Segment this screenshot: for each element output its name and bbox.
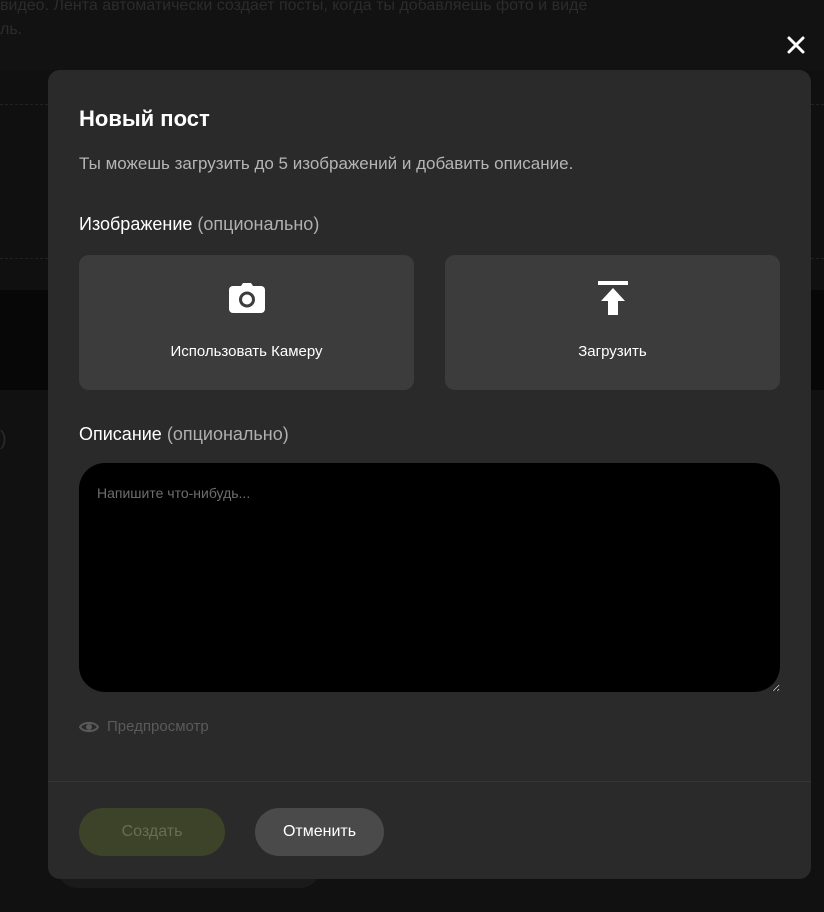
footer-divider	[48, 781, 811, 782]
close-icon	[787, 36, 805, 54]
modal-subtitle: Ты можешь загрузить до 5 изображений и д…	[79, 154, 574, 173]
camera-icon	[228, 283, 265, 313]
image-optional-label: (опционально)	[197, 214, 320, 234]
description-section-label: Описание (опционально)	[79, 424, 289, 445]
eye-icon	[79, 721, 99, 732]
use-camera-label: Использовать Камеру	[170, 343, 323, 360]
image-section-label: Изображение (опционально)	[79, 214, 319, 235]
close-button[interactable]	[781, 30, 811, 60]
new-post-modal: Новый пост Ты можешь загрузить до 5 изоб…	[48, 70, 811, 879]
upload-button[interactable]: Загрузить	[445, 255, 780, 390]
description-label: Описание	[79, 424, 162, 444]
preview-label: Предпросмотр	[107, 718, 209, 735]
background-description: видео. Лента автоматически создает посты…	[0, 0, 824, 42]
create-button[interactable]: Создать	[79, 808, 225, 856]
screen: видео. Лента автоматически создает посты…	[0, 0, 824, 912]
upload-icon	[597, 281, 628, 315]
preview-toggle[interactable]: Предпросмотр	[79, 718, 209, 735]
description-textarea[interactable]	[79, 463, 780, 692]
modal-title: Новый пост	[79, 106, 210, 131]
upload-label: Загрузить	[578, 343, 647, 360]
cancel-button[interactable]: Отменить	[255, 808, 384, 856]
background-edge-char: )	[0, 428, 7, 450]
use-camera-button[interactable]: Использовать Камеру	[79, 255, 414, 390]
background-text-line: видео. Лента автоматически создает посты…	[0, 0, 588, 14]
image-label: Изображение	[79, 214, 193, 234]
description-optional-label: (опционально)	[166, 424, 289, 444]
background-text-line: ль.	[0, 21, 23, 38]
